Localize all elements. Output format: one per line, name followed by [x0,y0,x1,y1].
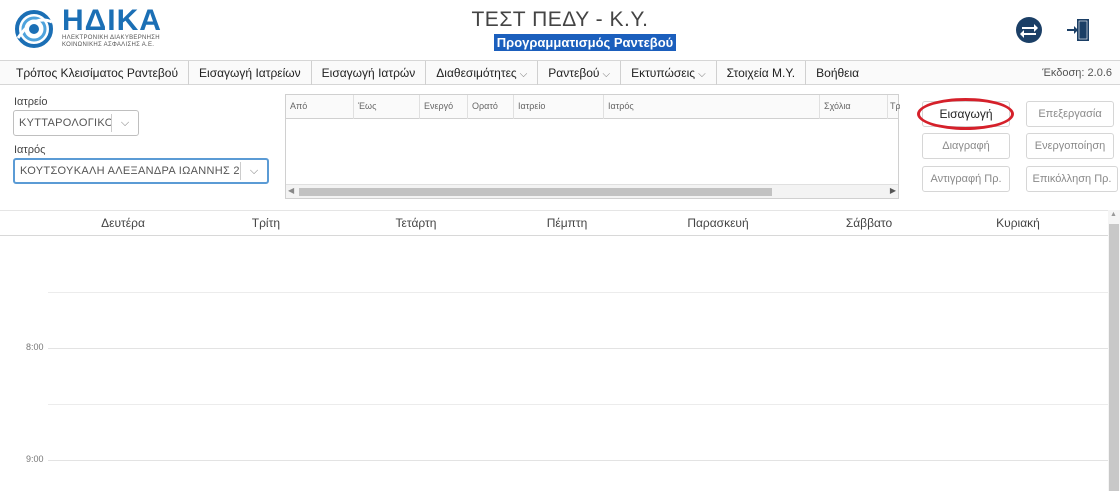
paste-schedule-button[interactable]: Επικόλληση Πρ. [1026,166,1118,192]
app-header: ΗΔΙΚΑ ΗΛΕΚΤΡΟΝΙΚΗ ΔΙΑΚΥΒΕΡΝΗΣΗ ΚΟΙΝΩΝΙΚΗ… [0,0,1120,60]
menu-availability[interactable]: Διαθεσιμότητες ⌵ [426,60,539,85]
scrollbar-thumb[interactable] [299,188,772,196]
clinic-select-value: ΚΥΤΤΑΡΟΛΟΓΙΚΟ [19,117,111,129]
calendar-vertical-scrollbar[interactable]: ▲ [1108,210,1120,491]
hour-divider [48,348,1108,349]
chevron-down-icon: ⌵ [602,68,611,80]
doctor-select[interactable]: ΚΟΥΤΣΟΥΚΑΛΗ ΑΛΕΞΑΝΔΡΑ ΙΩΑΝΝΗΣ 21616 7 ⌵ [13,158,269,184]
scroll-left-icon[interactable]: ◀ [288,186,294,195]
menu-booking-mode[interactable]: Τρόπος Κλεισίματος Ραντεβού [0,60,190,85]
day-header-friday: Παρασκευή [687,216,749,230]
day-header-thursday: Πέμπτη [546,216,588,230]
edit-button[interactable]: Επεξεργασία [1026,101,1114,127]
exit-door-icon[interactable] [1064,15,1094,45]
slot-divider [48,404,1108,405]
day-header-wednesday: Τετάρτη [395,216,437,230]
slot-divider [48,292,1108,293]
week-calendar-grid[interactable]: 8:00 9:00 [0,236,1108,491]
menu-appointments[interactable]: Ραντεβού ⌵ [538,60,622,85]
menu-doctors-entry[interactable]: Εισαγωγή Ιατρών [312,60,427,85]
col-header-doctor[interactable]: Ιατρός [604,95,820,119]
day-header-monday: Δευτέρα [101,216,145,230]
main-menu-bar: Τρόπος Κλεισίματος Ραντεβού Εισαγωγή Ιατ… [0,60,1120,85]
col-header-mode[interactable]: Τρο [888,95,900,119]
chevron-down-icon: ⌵ [249,164,259,177]
col-header-comments[interactable]: Σχόλια [820,95,888,119]
insert-button[interactable]: Εισαγωγή [922,101,1010,127]
chevron-down-icon: ⌵ [698,68,706,80]
chevron-down-icon: ⌵ [120,116,130,129]
copy-schedule-button[interactable]: Αντιγραφή Πρ. [922,166,1010,192]
doctor-label: Ιατρός [14,144,46,156]
menu-prints[interactable]: Εκτυπώσεις ⌵ [621,60,717,85]
col-header-clinic[interactable]: Ιατρείο [514,95,604,119]
clinic-select[interactable]: ΚΥΤΤΑΡΟΛΟΓΙΚΟ ⌵ [13,110,139,136]
page-title: Προγραμματισμός Ραντεβού [493,34,677,51]
time-label-8: 8:00 [26,342,44,352]
table-horizontal-scrollbar[interactable]: ◀ ▶ [286,184,898,198]
clinic-label: Ιατρείο [14,96,48,108]
chevron-down-icon: ⌵ [519,68,528,80]
day-header-tuesday: Τρίτη [251,216,280,230]
menu-unit-info[interactable]: Στοιχεία Μ.Υ. [717,60,807,85]
scroll-up-icon[interactable]: ▲ [1110,211,1117,218]
schedule-table: Από Έως Ενεργό Ορατό Ιατρείο Ιατρός Σχόλ… [285,94,900,199]
day-header-saturday: Σάββατο [845,216,893,230]
activate-button[interactable]: Ενεργοποίηση [1026,133,1114,159]
menu-help[interactable]: Βοήθεια [806,61,869,85]
time-label-9: 9:00 [26,454,44,464]
app-title: ΤΕΣΤ ΠΕΔΥ - Κ.Υ. [471,8,649,31]
col-header-to[interactable]: Έως [354,95,420,119]
scroll-right-icon[interactable]: ▶ [890,186,896,195]
swap-arrows-icon[interactable] [1014,15,1044,45]
hour-divider [48,460,1108,461]
week-calendar-header: Δευτέρα Τρίτη Τετάρτη Πέμπτη Παρασκευή Σ… [0,210,1108,236]
doctor-select-value: ΚΟΥΤΣΟΥΚΑΛΗ ΑΛΕΞΑΝΔΡΑ ΙΩΑΝΝΗΣ 21616 7 [20,165,240,177]
scrollbar-thumb[interactable] [1109,224,1119,491]
delete-button[interactable]: Διαγραφή [922,133,1010,159]
col-header-visible[interactable]: Ορατό [468,95,514,119]
version-label: Έκδοση: 2.0.6 [1042,67,1112,79]
col-header-from[interactable]: Από [286,95,354,119]
menu-clinics-entry[interactable]: Εισαγωγή Ιατρείων [189,60,312,85]
table-header: Από Έως Ενεργό Ορατό Ιατρείο Ιατρός Σχόλ… [286,95,900,119]
col-header-active[interactable]: Ενεργό [420,95,468,119]
day-header-sunday: Κυριακή [996,216,1040,230]
